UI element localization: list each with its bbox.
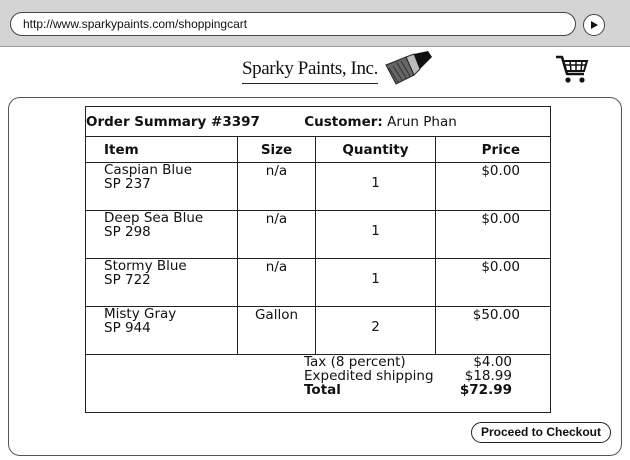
shopping-cart-icon[interactable] [554,53,590,85]
size-cell: n/a [237,162,316,211]
quantity-cell: 1 [315,162,436,211]
price-cell: $0.00 [435,210,551,259]
brand-name: Sparky Paints, Inc. [242,56,378,84]
column-header-quantity: Quantity [315,136,436,163]
table-row: Stormy Blue SP 722 n/a 1 $0.00 [85,258,551,307]
tax-value: $4.00 [473,354,512,370]
totals-block: Tax (8 percent) $4.00 Expedited shipping… [304,355,512,397]
table-row: Caspian Blue SP 237 n/a 1 $0.00 [85,162,551,211]
brand-logo[interactable]: Sparky Paints, Inc. [242,51,434,85]
item-name: Stormy Blue [104,258,187,274]
browser-chrome: http://www.sparkypaints.com/shoppingcart… [0,0,630,90]
table-row: Deep Sea Blue SP 298 n/a 1 $0.00 [85,210,551,259]
item-cell: Caspian Blue SP 237 [85,162,238,211]
table-row: Misty Gray SP 944 Gallon 2 $50.00 [85,306,551,355]
proceed-to-checkout-button[interactable]: Proceed to Checkout [471,422,611,443]
item-name: Caspian Blue [104,162,193,178]
site-banner: Sparky Paints, Inc. [0,46,630,90]
quantity-cell: 1 [315,210,436,259]
order-summary-title: Order Summary #3397 [86,113,260,130]
address-bar[interactable]: http://www.sparkypaints.com/shoppingcart [10,12,576,36]
shipping-label: Expedited shipping [304,368,434,384]
column-header-item: Item [85,136,238,163]
price-cell: $0.00 [435,162,551,211]
tax-label: Tax (8 percent) [304,354,406,370]
item-name: Deep Sea Blue [104,210,204,226]
paintbrush-icon [385,51,432,85]
size-cell: Gallon [237,306,316,355]
item-code: SP 944 [104,320,151,336]
customer-label: Customer: [304,113,383,130]
quantity-cell: 2 [315,306,436,355]
price-cell: $50.00 [435,306,551,355]
item-code: SP 722 [104,272,151,288]
shipping-value: $18.99 [464,368,512,384]
price-cell: $0.00 [435,258,551,307]
order-summary-table: Order Summary #3397 Customer: Arun Phan … [85,106,551,413]
item-code: SP 237 [104,176,151,192]
play-arrow-icon [591,21,598,29]
table-header-row: Item Size Quantity Price [85,136,551,163]
item-cell: Deep Sea Blue SP 298 [85,210,238,259]
totals-row: Tax (8 percent) $4.00 Expedited shipping… [85,354,551,413]
customer-name: Arun Phan [387,113,457,130]
quantity-cell: 1 [315,258,436,307]
item-cell: Misty Gray SP 944 [85,306,238,355]
column-header-price: Price [435,136,551,163]
total-value: $72.99 [459,382,512,398]
item-cell: Stormy Blue SP 722 [85,258,238,307]
column-header-size: Size [237,136,316,163]
total-label: Total [304,382,341,398]
item-name: Misty Gray [104,306,177,322]
size-cell: n/a [237,210,316,259]
item-code: SP 298 [104,224,151,240]
size-cell: n/a [237,258,316,307]
go-button[interactable] [583,14,605,36]
summary-row: Order Summary #3397 Customer: Arun Phan [85,106,551,137]
content-panel: Order Summary #3397 Customer: Arun Phan … [8,97,622,456]
